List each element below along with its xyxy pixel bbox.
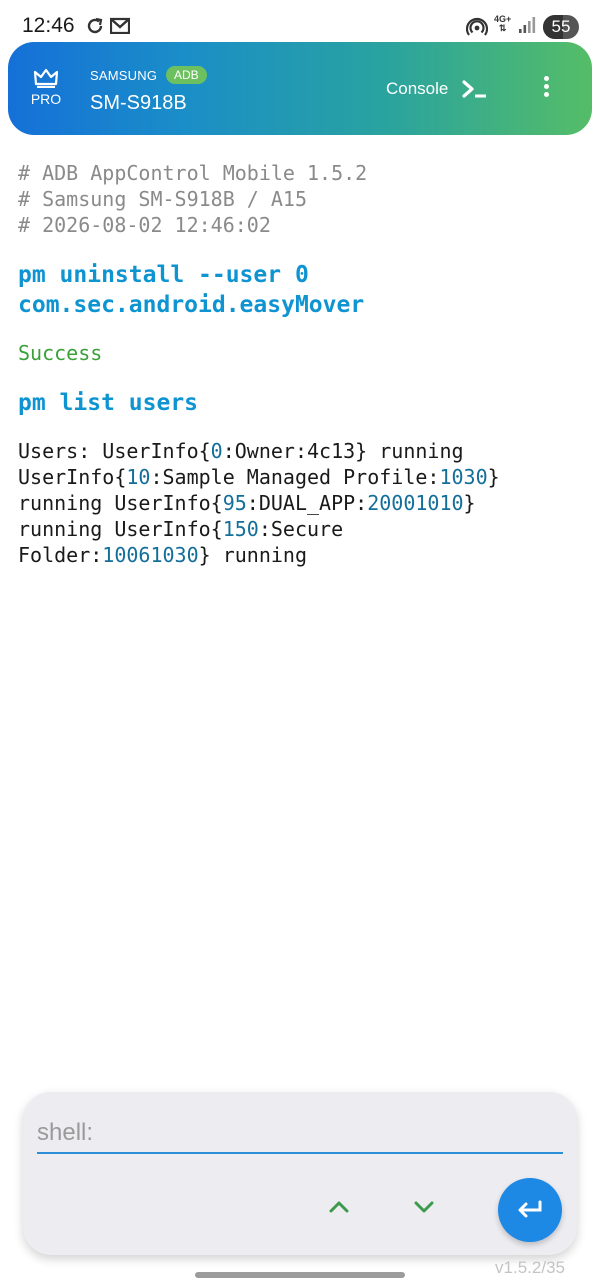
chevron-down-icon[interactable] [410,1196,438,1218]
network-type-icon: 4G+ ⇅ [494,14,512,33]
output-line: running UserInfo{95:DUAL_APP:20001010} [18,491,476,515]
sync-icon [87,17,103,34]
battery-percent: 55 [551,17,571,36]
app-header: PRO SAMSUNG ADB SM-S918B Console [8,42,592,135]
signal-icon [519,17,536,33]
battery-icon: 55 [543,15,579,39]
device-name: SM-S918B [90,92,187,114]
shell-panel [23,1092,577,1255]
status-bar: 12:46 4G+ ⇅ 55 [0,0,600,48]
pro-label: PRO [30,91,62,107]
users-output: Users: UserInfo{0:Owner:4c13} running Us… [18,438,584,568]
comment-line: # 2026-08-02 12:46:02 [18,213,271,237]
output-line: UserInfo{10:Sample Managed Profile:1030} [18,465,500,489]
chevron-up-icon[interactable] [325,1196,353,1218]
gmail-icon [110,17,130,34]
navigation-handle[interactable] [195,1272,405,1278]
comment-line: # Samsung SM-S918B / A15 [18,187,307,211]
console-header-comments: # ADB AppControl Mobile 1.5.2 # Samsung … [18,160,584,238]
send-button[interactable] [498,1178,562,1242]
output-line: Users: UserInfo{0:Owner:4c13} running [18,439,464,463]
command-list-users: pm list users [18,390,199,416]
enter-icon [518,1200,542,1218]
pro-badge[interactable]: PRO [30,68,62,107]
adb-badge: ADB [166,66,207,84]
console-button[interactable]: Console [386,74,488,104]
more-vertical-icon[interactable] [535,76,557,104]
console-label: Console [386,79,449,98]
terminal-icon [462,80,487,98]
status-time: 12:46 [22,14,75,37]
command-uninstall: pm uninstall --user 0 com.sec.android.ea… [18,262,365,318]
comment-line: # ADB AppControl Mobile 1.5.2 [18,161,368,185]
console-output: # ADB AppControl Mobile 1.5.2 # Samsung … [18,160,584,568]
output-line: Folder:10061030} running [18,543,307,567]
crown-icon [33,68,59,88]
device-brand: SAMSUNG [90,68,158,83]
result-success: Success [18,341,103,365]
version-label: v1.5.2/35 [495,1258,565,1277]
hotspot-icon [466,17,488,36]
output-line: running UserInfo{150:Secure [18,517,344,541]
shell-input[interactable] [37,1114,563,1154]
